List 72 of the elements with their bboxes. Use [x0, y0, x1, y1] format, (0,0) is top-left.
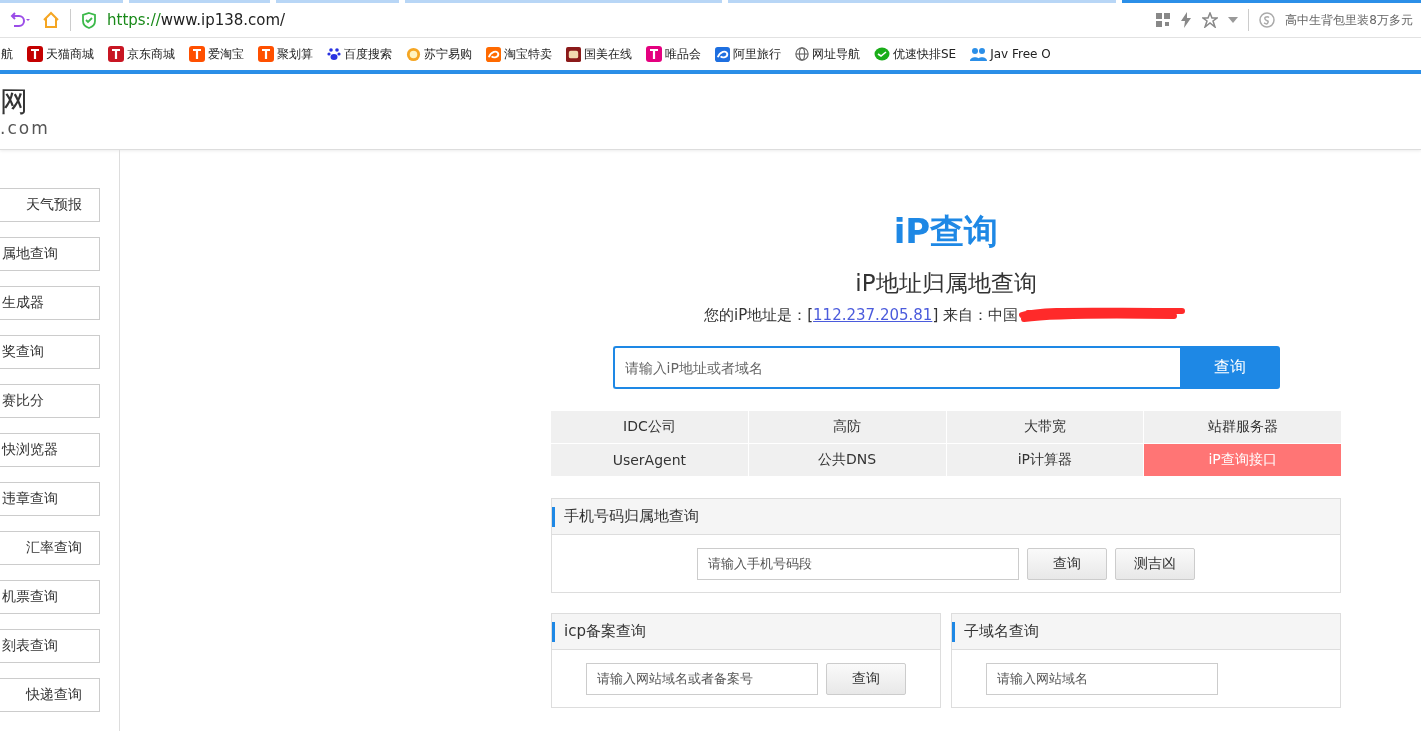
bookmark-link[interactable]: 优速快排SE [874, 45, 957, 63]
panel-title: 子域名查询 [964, 622, 1039, 641]
caret-icon[interactable] [1228, 17, 1239, 23]
page-subtitle: iP地址归属地查询 [855, 269, 1037, 298]
bookmark-icon [258, 46, 274, 62]
bookmark-link[interactable]: 航 [1, 45, 13, 63]
site-domain-text: .com [0, 118, 50, 138]
tool-link[interactable]: 公共DNS [748, 444, 946, 476]
sidebar-link[interactable]: 快递查询 [0, 678, 100, 712]
bookmark-icon [27, 46, 43, 62]
chat-bubble-icon [874, 46, 890, 62]
sidebar-link[interactable]: 刻表查询 [0, 629, 100, 663]
bookmark-link[interactable]: Jav Free O [970, 47, 1051, 61]
tool-link[interactable]: 大带宽 [946, 411, 1144, 443]
panel-button[interactable]: 测吉凶 [1115, 547, 1195, 580]
bookmark-link[interactable]: 聚划算 [258, 45, 313, 63]
search-engine-icon[interactable] [1259, 12, 1276, 28]
query-button[interactable]: 查询 [1179, 346, 1280, 389]
sidebar-link[interactable]: 机票查询 [0, 580, 100, 614]
sidebar-link[interactable]: 奖查询 [0, 335, 100, 369]
bookmark-link[interactable]: 网址导航 [795, 45, 860, 63]
lightning-icon[interactable] [1180, 12, 1193, 28]
address-bar[interactable]: https://www.ip138.com/ [107, 11, 286, 29]
panel-title: 手机号码归属地查询 [564, 507, 699, 526]
ip-address-link[interactable]: 112.237.205.81 [813, 306, 933, 324]
shield-icon [81, 11, 97, 29]
sidebar-link[interactable]: 属地查询 [0, 237, 100, 271]
bookmark-link[interactable]: 苏宁易购 [406, 45, 472, 63]
bookmark-link[interactable]: 国美在线 [566, 45, 632, 63]
tool-link[interactable]: 高防 [748, 411, 946, 443]
sidebar-link[interactable]: 生成器 [0, 286, 100, 320]
bookmark-link[interactable]: 百度搜索 [327, 45, 392, 63]
panel-title: icp备案查询 [564, 622, 646, 641]
site-logo-text[interactable]: 网 [0, 86, 28, 118]
tool-link[interactable]: UserAgent [551, 444, 748, 476]
tool-link[interactable]: IDC公司 [551, 411, 748, 443]
bookmark-icon [646, 46, 662, 62]
bookmark-icon [108, 46, 124, 62]
bookmark-icon [189, 46, 205, 62]
star-icon[interactable] [1202, 12, 1219, 28]
phone-input-field[interactable]: 请输入手机号码段 [697, 547, 1019, 580]
sidebar-link[interactable]: 赛比分 [0, 384, 100, 418]
undo-icon[interactable] [8, 11, 32, 29]
home-icon[interactable] [42, 11, 60, 29]
tool-link[interactable]: 站群服务器 [1144, 411, 1341, 443]
sidebar-link[interactable]: 快浏览器 [0, 433, 100, 467]
sidebar-link[interactable]: 汇率查询 [0, 531, 100, 565]
ip-location-text: ] 来自：中国 [932, 305, 1018, 325]
search-field[interactable]: 高中生背包里装8万多元 [1285, 11, 1413, 29]
swirl-icon [715, 46, 730, 62]
page-title: iP查询 [893, 210, 999, 252]
bookmark-link[interactable]: 淘宝特卖 [486, 45, 552, 63]
bookmark-link[interactable]: 京东商城 [108, 45, 175, 63]
sidebar-link[interactable]: 违章查询 [0, 482, 100, 516]
bookmark-link[interactable]: 爱淘宝 [189, 45, 244, 63]
sun-icon [406, 46, 421, 62]
ip-prefix-text: 您的iP地址是：[ [704, 305, 814, 325]
panel-button[interactable]: 查询 [826, 662, 906, 695]
paw-icon [327, 47, 341, 61]
people-icon [970, 47, 988, 61]
bookmark-link[interactable]: 阿里旅行 [715, 45, 781, 63]
domain-input-field[interactable]: 请输入网站域名或者备案号 [586, 662, 818, 695]
sidebar-link[interactable]: 天气预报 [0, 188, 100, 222]
domain-input-field[interactable]: 请输入网站域名 [986, 662, 1218, 695]
qr-code-icon[interactable] [1156, 13, 1171, 27]
bookmark-link[interactable]: 天猫商城 [27, 45, 94, 63]
swirl-icon [486, 46, 501, 62]
tool-link[interactable]: iP计算器 [946, 444, 1144, 476]
ip-search-field[interactable]: 请输入iP地址或者域名 [612, 346, 1180, 389]
bookmark-link[interactable]: 唯品会 [646, 45, 701, 63]
globe-icon [795, 47, 809, 61]
panel-button[interactable]: 查询 [1027, 547, 1107, 580]
